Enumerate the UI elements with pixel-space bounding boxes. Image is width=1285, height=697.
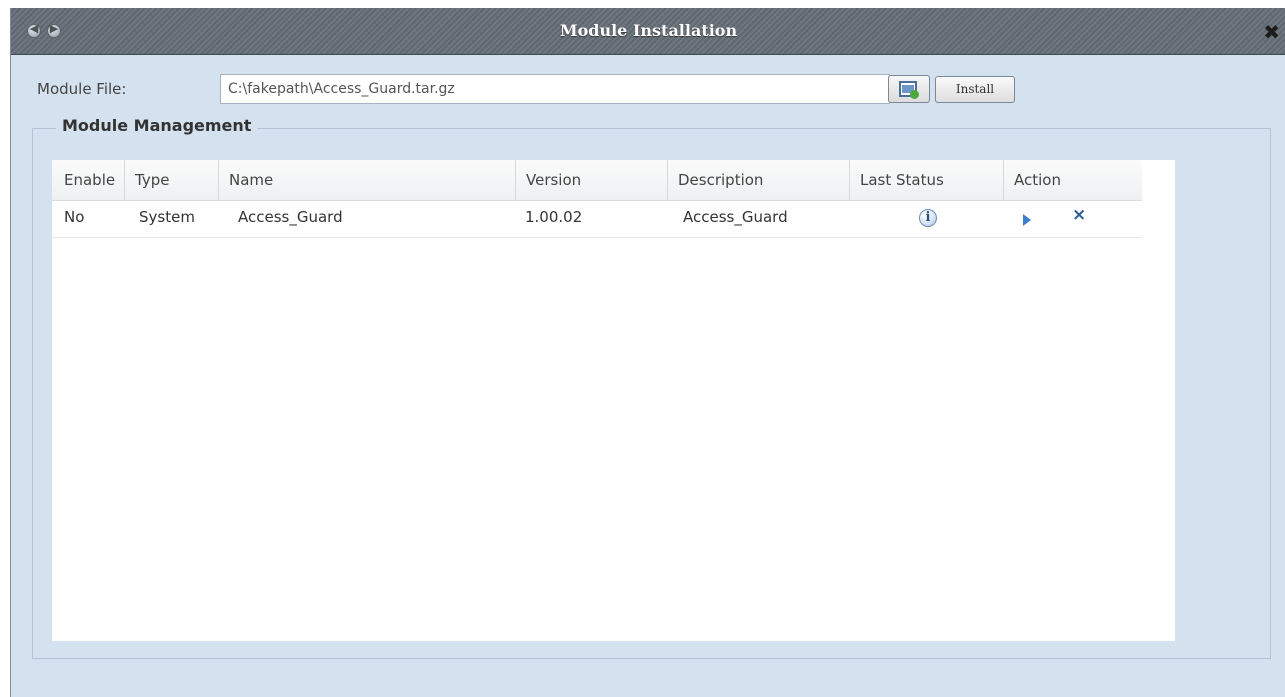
column-header-enable[interactable]: Enable [52,160,124,200]
cell-name: Access_Guard [238,208,343,226]
module-installation-window: ◀ ▶ Module Installation ✖ Module File: C… [10,8,1285,697]
delete-icon[interactable]: × [1072,205,1086,225]
table-row[interactable]: No System Access_Guard 1.00.02 Access_Gu… [52,201,1142,238]
column-header-action[interactable]: Action [1003,160,1140,200]
column-header-last-status[interactable]: Last Status [849,160,1003,200]
module-management-legend: Module Management [56,116,258,135]
table-header: Enable Type Name Version Description Las… [52,160,1142,201]
module-file-input[interactable]: C:\fakepath\Access_Guard.tar.gz [220,74,890,104]
column-header-version[interactable]: Version [515,160,667,200]
cell-version: 1.00.02 [525,208,583,226]
column-header-type[interactable]: Type [124,160,218,200]
browse-file-icon [899,81,919,99]
play-icon[interactable] [1023,214,1031,226]
close-icon[interactable]: ✖ [1263,20,1280,44]
cell-type: System [139,208,195,226]
info-icon[interactable]: i [919,209,937,227]
browse-button[interactable] [888,75,930,103]
module-file-label: Module File: [37,80,127,98]
module-management-group: Module Management Enable Type Name Versi… [32,116,1271,659]
module-table: Enable Type Name Version Description Las… [52,160,1175,641]
column-header-name[interactable]: Name [218,160,515,200]
install-button[interactable]: Install [935,76,1015,103]
column-header-description[interactable]: Description [667,160,849,200]
window-title: Module Installation [559,21,738,40]
cell-description: Access_Guard [683,208,788,226]
title-bar: ◀ ▶ Module Installation ✖ [11,8,1285,55]
cell-enable: No [64,208,85,226]
